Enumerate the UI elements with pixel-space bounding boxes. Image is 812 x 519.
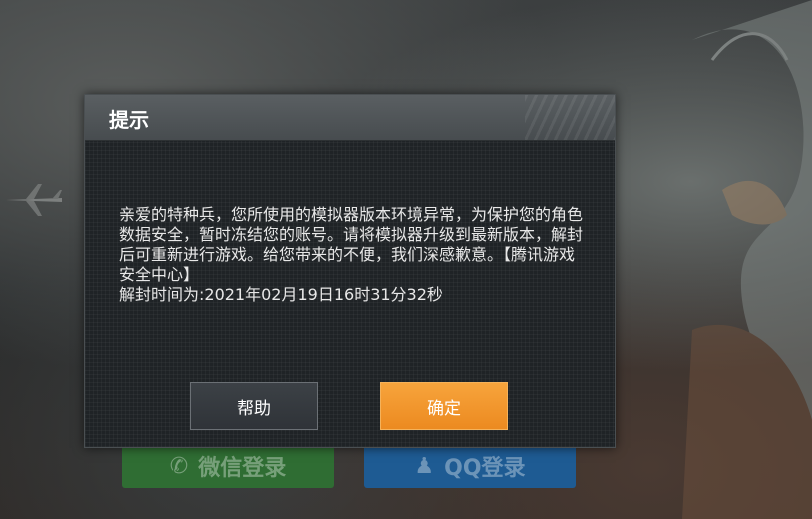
qq-login-label: QQ登录 [444,456,526,481]
qq-login-button[interactable]: ♟ QQ登录 [364,444,576,488]
dialog-header: 提示 [85,95,615,141]
dialog-title: 提示 [109,108,149,132]
dialog-message: 亲爱的特种兵，您所使用的模拟器版本环境异常，为保护您的角色数据安全，暂时冻结您的… [119,205,584,304]
wechat-icon: ✆ [169,453,189,479]
wechat-login-button[interactable]: ✆ 微信登录 [122,444,334,488]
confirm-button[interactable]: 确定 [380,382,508,430]
alert-dialog: 提示 亲爱的特种兵，您所使用的模拟器版本环境异常，为保护您的角色数据安全，暂时冻… [84,94,616,448]
qq-penguin-icon: ♟ [414,453,435,479]
help-button[interactable]: 帮助 [190,382,318,430]
wechat-login-label: 微信登录 [198,456,287,481]
airplane-icon [6,184,62,216]
